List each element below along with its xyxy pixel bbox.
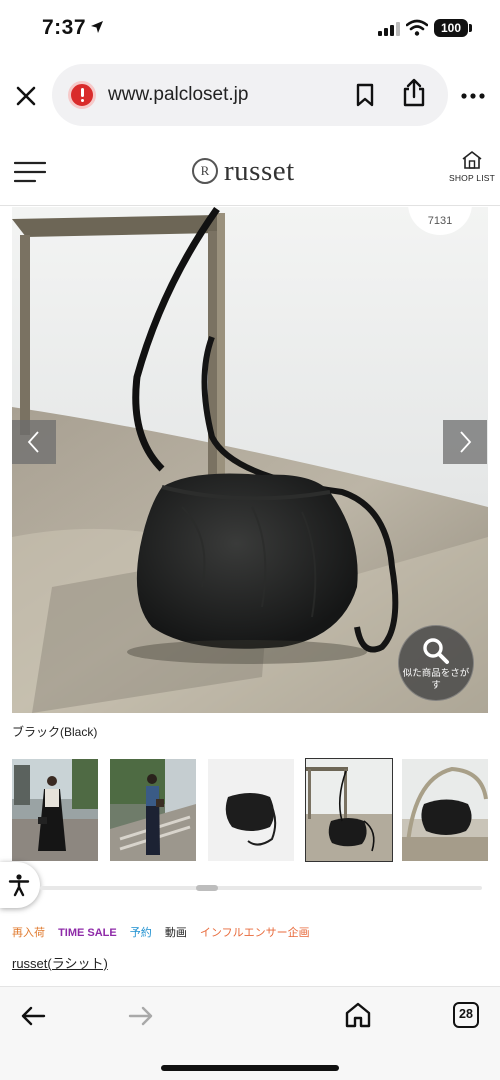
product-tags: 再入荷 TIME SALE 予約 動画 インフルエンサー企画 [12,924,320,940]
thumbnail-1[interactable] [12,759,98,861]
thumbnail-scroll-thumb[interactable] [196,885,218,891]
brand-seal-icon [192,158,218,184]
status-time: 7:37 [42,16,87,39]
tag-reservation[interactable]: 予約 [130,924,152,940]
bookmark-icon[interactable] [352,82,378,108]
home-icon[interactable] [344,1001,372,1029]
shop-list-button[interactable]: SHOP LIST [448,150,496,196]
thumbnail-bag-photo [402,759,488,861]
shop-house-icon [462,151,482,169]
thumbnail-scroll-track[interactable] [40,886,482,890]
brand-link[interactable]: russet(ラシット) [12,953,108,972]
thumbnail-3[interactable] [208,759,294,861]
home-indicator [161,1065,339,1071]
browser-address-bar: www.palcloset.jp [0,60,500,132]
tabs-count-button[interactable]: 28 [453,1002,479,1028]
share-icon[interactable] [400,78,428,108]
color-name: ブラック(Black) [12,725,98,739]
gallery-next-button[interactable] [443,420,487,464]
view-count-text: 7131 [427,215,453,227]
battery-nub [469,24,472,32]
thumbnail-bag-photo [208,759,294,861]
thumbnail-model-photo [12,759,98,861]
location-arrow-icon [91,21,103,33]
more-options-icon[interactable] [460,86,486,106]
forward-arrow-icon[interactable] [128,1005,154,1027]
wifi-icon [406,19,428,36]
back-arrow-icon[interactable] [20,1005,46,1027]
site-header: russet SHOP LIST [0,140,500,206]
tag-time-sale[interactable]: TIME SALE [58,927,117,939]
thumbnail-4[interactable] [305,758,393,862]
accessibility-button[interactable] [0,862,40,908]
magnifier-icon [423,638,449,664]
status-bar: 7:37 100 [0,0,500,56]
url-field[interactable]: www.palcloset.jp [52,64,448,126]
battery-indicator: 100 [434,19,468,37]
chevron-left-icon [27,431,39,453]
shop-list-label: SHOP LIST [448,173,496,183]
similar-items-label: 似た商品をさがす [402,668,470,691]
brand-logo-text: russet [224,154,295,187]
chevron-right-icon [460,431,472,453]
similar-items-search-button[interactable]: 似た商品をさがす [398,625,474,701]
tag-influencer[interactable]: インフルエンサー企画 [200,924,310,940]
tag-restock[interactable]: 再入荷 [12,924,45,940]
product-image[interactable]: 7131 似た商品をさがす [12,207,488,713]
gallery-prev-button[interactable] [12,420,56,464]
thumbnail-2[interactable] [110,759,196,861]
brand-logo[interactable]: russet [192,154,295,188]
close-icon[interactable] [12,82,40,110]
hamburger-menu-icon[interactable] [14,160,46,184]
thumbnail-5[interactable] [402,759,488,861]
accessibility-icon [8,874,30,897]
tag-video[interactable]: 動画 [165,924,187,940]
site-alert-icon[interactable] [68,81,96,109]
thumbnail-model-photo [110,759,196,861]
url-text[interactable]: www.palcloset.jp [108,84,248,106]
thumbnail-strip [12,758,500,862]
thumbnail-bag-photo [306,759,392,861]
cellular-signal-icon [378,22,400,36]
